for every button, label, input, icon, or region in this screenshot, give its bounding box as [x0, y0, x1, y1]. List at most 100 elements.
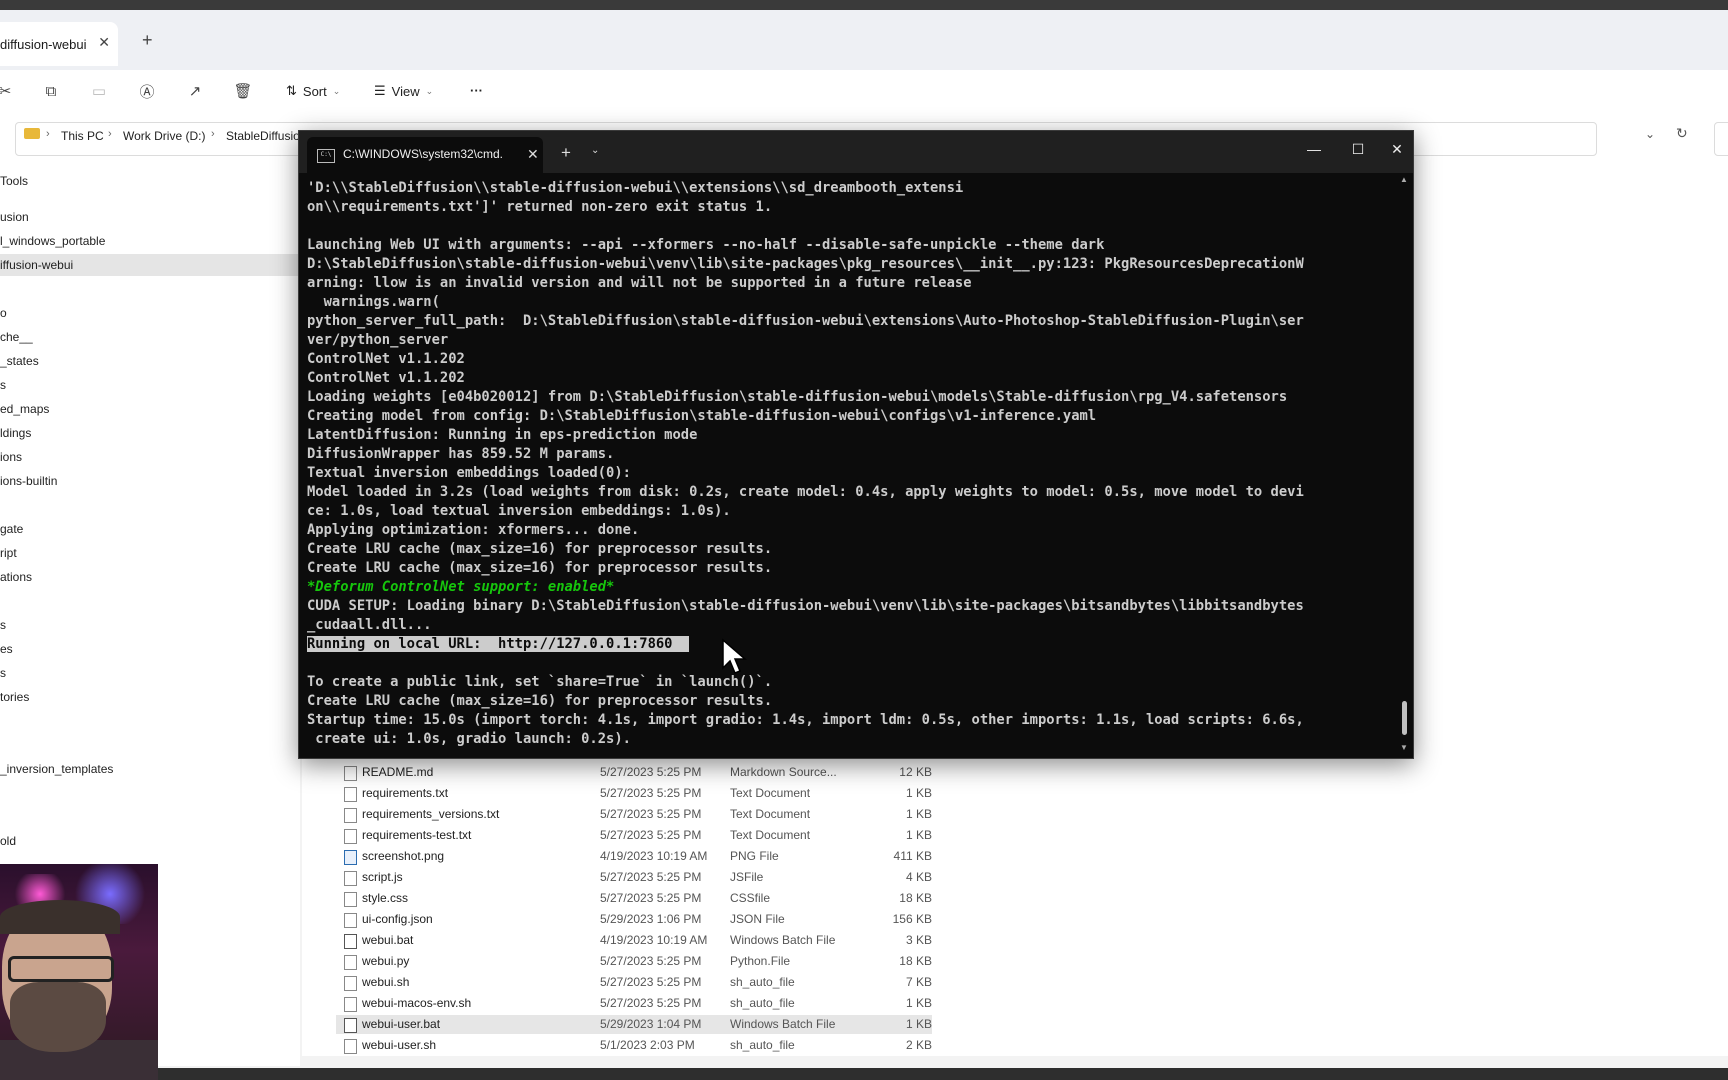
scroll-down-icon[interactable]: ▼	[1400, 743, 1408, 752]
sidebar-item[interactable]: usion	[0, 206, 300, 228]
sidebar-item[interactable]: _states	[0, 350, 300, 372]
rename-icon[interactable]: Ⓐ	[136, 80, 158, 102]
search-box[interactable]	[1714, 122, 1728, 156]
copy-icon[interactable]: ⧉	[40, 80, 62, 102]
explorer-tab[interactable]: diffusion-webui ✕	[0, 22, 118, 66]
table-row[interactable]: ui-config.json 5/29/2023 1:06 PM JSON Fi…	[336, 910, 932, 929]
sidebar-item[interactable]: ed_maps	[0, 398, 300, 420]
terminal-tab[interactable]: C:\ C:\WINDOWS\system32\cmd. ✕	[307, 137, 543, 173]
breadcrumb-work-drive[interactable]: Work Drive (D:)	[123, 129, 205, 143]
table-row[interactable]: style.css 5/27/2023 5:25 PM CSSfile 18 K…	[336, 889, 932, 908]
file-icon	[344, 1039, 357, 1054]
table-row[interactable]: webui-macos-env.sh 5/27/2023 5:25 PM sh_…	[336, 994, 932, 1013]
sidebar-item[interactable]: l_windows_portable	[0, 230, 300, 252]
sidebar-item[interactable]: o	[0, 302, 300, 324]
terminal-scrollbar-thumb[interactable]	[1402, 701, 1407, 735]
table-row[interactable]: requirements.txt 5/27/2023 5:25 PM Text …	[336, 784, 932, 803]
sidebar-item[interactable]: s	[0, 614, 300, 636]
terminal-window[interactable]: C:\ C:\WINDOWS\system32\cmd. ✕ + ⌄ — ☐ ✕…	[298, 130, 1414, 759]
file-size: 3 KB	[905, 933, 932, 947]
close-tab-icon[interactable]: ✕	[98, 34, 110, 51]
file-name: script.js	[362, 870, 403, 884]
file-date: 5/29/2023 1:04 PM	[600, 1017, 702, 1031]
chevron-down-icon: ⌄	[332, 85, 341, 96]
sidebar-item[interactable]: _inversion_templates	[0, 758, 300, 780]
minimize-button[interactable]: —	[1299, 141, 1329, 157]
terminal-line: Applying optimization: xformers... done.	[307, 522, 640, 538]
file-size: 1 KB	[905, 828, 932, 842]
close-tab-icon[interactable]: ✕	[527, 146, 539, 163]
sidebar-item[interactable]: s	[0, 662, 300, 684]
sidebar-item[interactable]: Tools	[0, 170, 300, 192]
file-name: webui-user.bat	[362, 1017, 441, 1031]
sort-button[interactable]: ⇅ Sort ⌄	[286, 83, 340, 99]
file-icon	[344, 787, 357, 802]
cmd-icon: C:\	[317, 149, 335, 163]
file-type: Text Document	[730, 828, 811, 842]
sidebar-item[interactable]: ldings	[0, 422, 300, 444]
terminal-line: ControlNet v1.1.202	[307, 351, 465, 367]
file-name: webui-macos-env.sh	[362, 996, 472, 1010]
file-icon	[344, 997, 357, 1012]
table-row[interactable]: webui.bat 4/19/2023 10:19 AM Windows Bat…	[336, 931, 932, 950]
file-type: JSON File	[730, 912, 785, 926]
terminal-output[interactable]: 'D:\\StableDiffusion\\stable-diffusion-w…	[307, 179, 1389, 754]
file-type: Python.File	[730, 954, 791, 968]
breadcrumb-stablediffusion[interactable]: StableDiffusion	[226, 129, 307, 143]
sidebar-item[interactable]: ions-builtin	[0, 470, 300, 492]
table-row[interactable]: screenshot.png 4/19/2023 10:19 AM PNG Fi…	[336, 847, 932, 866]
maximize-button[interactable]: ☐	[1343, 141, 1373, 158]
more-options-button[interactable]: ···	[470, 83, 483, 98]
close-button[interactable]: ✕	[1386, 141, 1408, 158]
table-row[interactable]: webui-user.sh 5/1/2023 2:03 PM sh_auto_f…	[336, 1036, 932, 1055]
terminal-line: Textual inversion embeddings loaded(0):	[307, 465, 631, 481]
chevron-down-icon[interactable]: ⌄	[591, 145, 599, 156]
sidebar-item-selected[interactable]: iffusion-webui	[0, 254, 300, 276]
table-row[interactable]: README.md 5/27/2023 5:25 PM Markdown Sou…	[336, 763, 932, 782]
table-row[interactable]: webui.sh 5/27/2023 5:25 PM sh_auto_file …	[336, 973, 932, 992]
refresh-icon[interactable]: ↻	[1676, 125, 1688, 142]
view-button[interactable]: ☰ View ⌄	[374, 83, 433, 99]
sidebar-item[interactable]: es	[0, 638, 300, 660]
table-row[interactable]: requirements-test.txt 5/27/2023 5:25 PM …	[336, 826, 932, 845]
file-date: 5/27/2023 5:25 PM	[600, 828, 702, 842]
file-icon	[344, 871, 357, 886]
table-row[interactable]: requirements_versions.txt 5/27/2023 5:25…	[336, 805, 932, 824]
sidebar-item[interactable]: che__	[0, 326, 300, 348]
terminal-line: Loading weights [e04b020012] from D:\Sta…	[307, 389, 1288, 405]
breadcrumb-this-pc[interactable]: This PC	[61, 129, 104, 143]
terminal-line: 'D:\\StableDiffusion\\stable-diffusion-w…	[307, 180, 964, 196]
file-icon	[344, 766, 357, 781]
sidebar-item[interactable]: old	[0, 830, 300, 852]
sidebar-item[interactable]: gate	[0, 518, 300, 540]
scroll-up-icon[interactable]: ▲	[1400, 175, 1408, 184]
file-type: PNG File	[730, 849, 779, 863]
sidebar-item[interactable]: s	[0, 374, 300, 396]
table-row[interactable]: script.js 5/27/2023 5:25 PM JSFile 4 KB	[336, 868, 932, 887]
terminal-line: Creating model from config: D:\StableDif…	[307, 408, 1097, 424]
sort-label: Sort	[302, 83, 327, 99]
cut-icon[interactable]: ✂	[0, 80, 16, 102]
mouse-cursor-icon	[722, 638, 748, 674]
new-tab-button[interactable]: +	[561, 143, 571, 163]
terminal-titlebar[interactable]: C:\ C:\WINDOWS\system32\cmd. ✕ + ⌄ — ☐ ✕	[299, 131, 1413, 173]
file-size: 1 KB	[905, 996, 932, 1010]
file-name: requirements.txt	[362, 786, 449, 800]
sidebar-item[interactable]: ations	[0, 566, 300, 588]
share-icon[interactable]: ↗	[184, 80, 206, 102]
file-icon	[344, 808, 357, 823]
table-row-selected[interactable]: webui-user.bat 5/29/2023 1:04 PM Windows…	[336, 1015, 932, 1034]
file-date: 5/27/2023 5:25 PM	[600, 996, 702, 1010]
paste-icon[interactable]: ▭	[88, 80, 110, 102]
taskbar-strip	[0, 1068, 1728, 1080]
sidebar-item[interactable]: ript	[0, 542, 300, 564]
file-icon	[344, 829, 357, 844]
sidebar-item[interactable]: ions	[0, 446, 300, 468]
new-tab-button[interactable]: +	[142, 30, 153, 51]
table-row[interactable]: webui.py 5/27/2023 5:25 PM Python.File 1…	[336, 952, 932, 971]
delete-icon[interactable]: 🗑	[232, 80, 254, 102]
file-size: 1 KB	[905, 786, 932, 800]
sidebar-item[interactable]: tories	[0, 686, 300, 708]
explorer-toolbar: ✂ ⧉ ▭ Ⓐ ↗ 🗑 ⇅ Sort ⌄ ☰ View ⌄ ···	[0, 70, 1728, 115]
address-dropdown-icon[interactable]: ⌄	[1645, 127, 1655, 141]
